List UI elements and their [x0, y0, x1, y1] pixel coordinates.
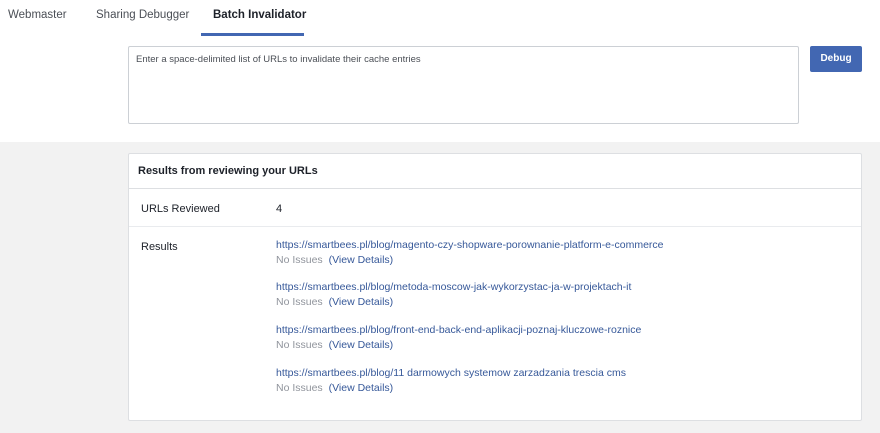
- tab-sharing-debugger[interactable]: Sharing Debugger: [96, 9, 189, 21]
- urls-reviewed-label: URLs Reviewed: [141, 203, 220, 215]
- urls-reviewed-count: 4: [276, 203, 283, 215]
- result-item: https://smartbees.pl/blog/metoda-moscow-…: [276, 281, 836, 308]
- tab-webmaster[interactable]: Webmaster: [8, 9, 67, 21]
- tab-batch-invalidator[interactable]: Batch Invalidator: [213, 9, 306, 21]
- result-url-link[interactable]: https://smartbees.pl/blog/magento-czy-sh…: [276, 239, 836, 251]
- result-url-link[interactable]: https://smartbees.pl/blog/front-end-back…: [276, 324, 836, 336]
- tab-bar: Webmaster Sharing Debugger Batch Invalid…: [0, 0, 880, 36]
- view-details-link[interactable]: (View Details): [329, 254, 394, 266]
- status-text: No Issues: [276, 339, 323, 351]
- status-text: No Issues: [276, 254, 323, 266]
- results-label: Results: [141, 241, 178, 253]
- result-status: No Issues (View Details): [276, 296, 836, 308]
- result-url-link[interactable]: https://smartbees.pl/blog/metoda-moscow-…: [276, 281, 836, 293]
- result-status: No Issues (View Details): [276, 339, 836, 351]
- result-status: No Issues (View Details): [276, 254, 836, 266]
- top-panel: Webmaster Sharing Debugger Batch Invalid…: [0, 0, 880, 142]
- result-item: https://smartbees.pl/blog/front-end-back…: [276, 324, 836, 351]
- view-details-link[interactable]: (View Details): [329, 339, 394, 351]
- view-details-link[interactable]: (View Details): [329, 382, 394, 394]
- status-text: No Issues: [276, 296, 323, 308]
- results-card: Results from reviewing your URLs URLs Re…: [128, 153, 862, 421]
- results-card-title: Results from reviewing your URLs: [129, 154, 861, 189]
- url-list-input[interactable]: [128, 46, 799, 124]
- debug-button[interactable]: Debug: [810, 46, 862, 72]
- result-status: No Issues (View Details): [276, 382, 836, 394]
- urls-reviewed-row: URLs Reviewed 4: [129, 189, 861, 227]
- status-text: No Issues: [276, 382, 323, 394]
- active-tab-indicator: [201, 33, 304, 36]
- result-item: https://smartbees.pl/blog/magento-czy-sh…: [276, 239, 836, 266]
- view-details-link[interactable]: (View Details): [329, 296, 394, 308]
- result-item: https://smartbees.pl/blog/11 darmowych s…: [276, 367, 836, 394]
- results-row: Results https://smartbees.pl/blog/magent…: [129, 227, 861, 420]
- result-url-link[interactable]: https://smartbees.pl/blog/11 darmowych s…: [276, 367, 836, 379]
